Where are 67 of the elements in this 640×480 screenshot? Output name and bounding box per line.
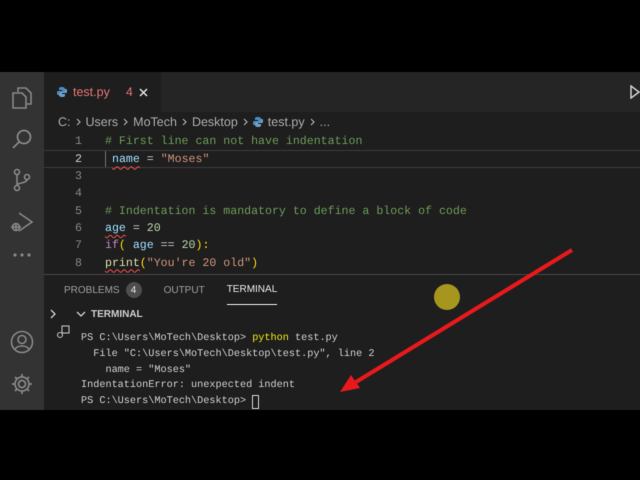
- terminal-text: PS C:\Users\MoTech\Desktop>: [81, 394, 248, 410]
- code-token: # Indentation is mandatory to define a block of code: [105, 204, 467, 220]
- terminal-text: PS C:\Users\MoTech\Desktop>: [81, 332, 248, 346]
- breadcrumb-item[interactable]: C:: [58, 112, 70, 132]
- terminal-text: test.py: [294, 332, 338, 346]
- chevron-right-icon[interactable]: [50, 309, 56, 320]
- code-token: if: [105, 238, 119, 254]
- panel-tab[interactable]: OUTPUT: [164, 275, 205, 306]
- breadcrumb-item[interactable]: Desktop: [192, 112, 238, 132]
- problem-count: 4: [126, 84, 133, 101]
- line-number: 1: [74, 134, 82, 150]
- code-token: "Moses": [160, 152, 210, 167]
- breadcrumb-item[interactable]: MoTech: [133, 112, 177, 132]
- panel-tab[interactable]: TERMINAL: [226, 275, 278, 306]
- more-icon[interactable]: [12, 252, 32, 258]
- run-debug-icon[interactable]: [10, 210, 34, 234]
- settings-icon[interactable]: [10, 372, 34, 396]
- terminal-text: python: [252, 332, 289, 346]
- code-token: =: [146, 152, 155, 167]
- code-token: (: [118, 238, 127, 254]
- breadcrumb-item[interactable]: Users: [86, 112, 118, 132]
- code-token: ==: [160, 238, 176, 254]
- line-number: 3: [74, 168, 82, 185]
- code-token: 20: [182, 238, 196, 254]
- code-token: 20: [146, 220, 161, 237]
- chevron-icon: [123, 118, 128, 126]
- code-token: print: [105, 256, 140, 272]
- explorer-icon[interactable]: [11, 86, 33, 110]
- chevron-icon: [310, 118, 315, 126]
- code-token: ): [251, 256, 258, 272]
- terminal-debug-icon[interactable]: [56, 325, 70, 340]
- editor-tab[interactable]: test.py 4: [44, 72, 161, 112]
- code-token: # First line can not have indentation: [105, 134, 362, 150]
- terminal-text: IndentationError: unexpected indent: [81, 378, 295, 394]
- source-control-icon[interactable]: [12, 168, 32, 192]
- python-file-icon: [57, 87, 67, 97]
- close-icon[interactable]: [138, 88, 148, 96]
- line-number: 8: [74, 256, 82, 272]
- code-token: "You're 20 old": [146, 256, 252, 272]
- breadcrumb-item[interactable]: test.py: [268, 112, 305, 132]
- terminal-cursor: [252, 395, 260, 410]
- count-badge: 4: [126, 282, 142, 298]
- search-icon[interactable]: [11, 128, 33, 150]
- code-token: age: [132, 238, 154, 254]
- chevron-icon: [242, 118, 248, 126]
- code-token: =: [132, 220, 141, 237]
- panel-tab[interactable]: PROBLEMS 4: [64, 275, 142, 306]
- breadcrumb-item[interactable]: ...: [320, 112, 330, 132]
- code-token: name: [112, 152, 140, 167]
- chevron-icon: [182, 118, 187, 126]
- line-number: 2: [74, 152, 82, 167]
- code-token: ):: [195, 238, 210, 254]
- line-number: 6: [74, 220, 82, 237]
- python-file-icon: [252, 117, 263, 127]
- terminal-text: name = "Moses": [104, 364, 192, 378]
- line-number: 5: [74, 204, 82, 220]
- tab-filename: test.py: [73, 84, 110, 101]
- terminal-section-title[interactable]: TERMINAL: [91, 306, 143, 322]
- line-number: 7: [74, 238, 82, 254]
- chevron-down-icon[interactable]: [76, 311, 86, 318]
- run-icon[interactable]: [630, 85, 640, 99]
- account-icon[interactable]: [10, 330, 34, 354]
- code-token: (: [140, 256, 147, 272]
- line-number: 4: [74, 186, 82, 202]
- code-token: age: [105, 220, 126, 237]
- chevron-icon: [76, 118, 80, 126]
- terminal-text: File "C:\Users\MoTech\Desktop\test.py", line 2: [92, 348, 374, 362]
